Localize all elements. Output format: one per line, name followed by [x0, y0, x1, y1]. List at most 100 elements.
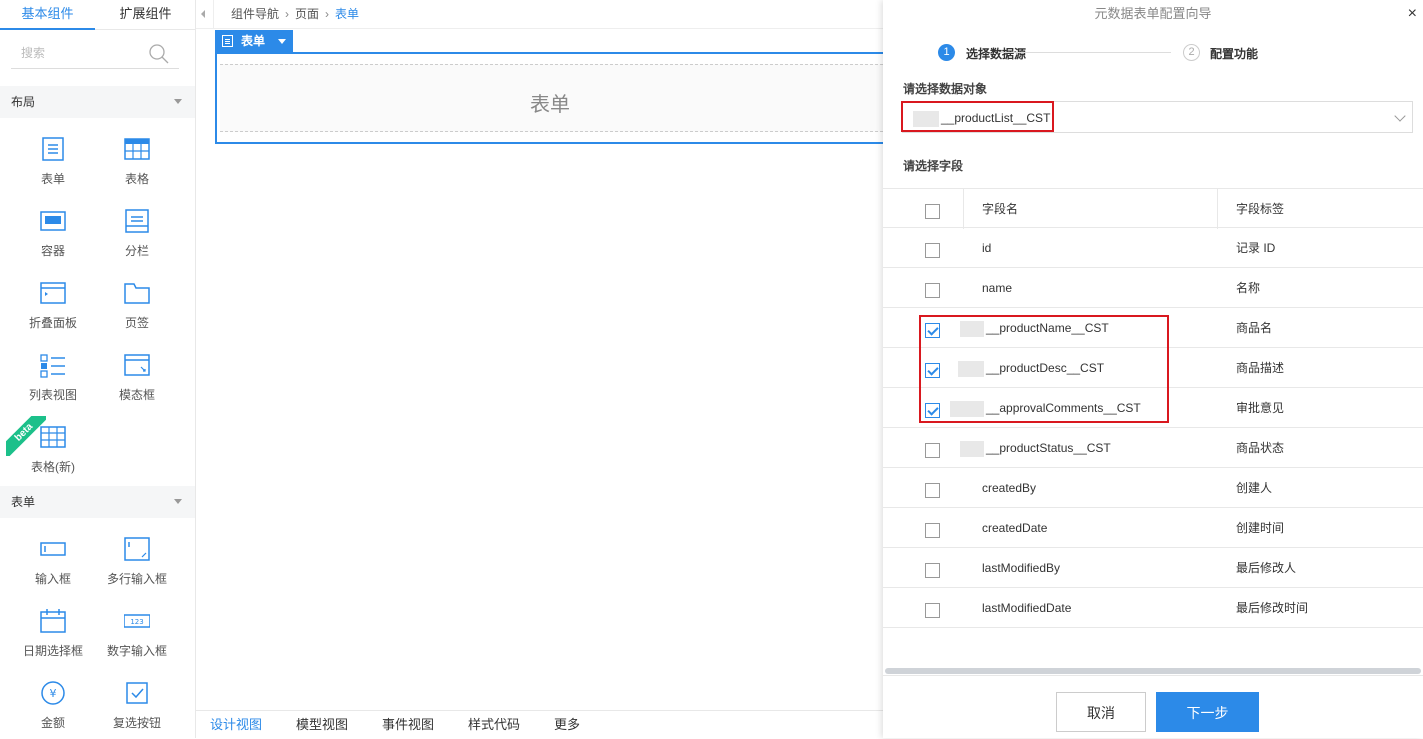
svg-text:123: 123	[130, 618, 143, 626]
component-collapse-panel[interactable]: 折叠面板	[18, 280, 88, 340]
field-checkbox[interactable]	[925, 603, 940, 618]
field-label: 最后修改时间	[1236, 601, 1309, 615]
breadcrumb-current[interactable]: 表单	[335, 7, 359, 21]
form-component[interactable]: 表单	[215, 52, 883, 144]
field-name-cell: createdDate	[982, 508, 1047, 548]
component-list-view[interactable]: 列表视图	[18, 352, 88, 412]
component-modal[interactable]: 模态框	[102, 352, 172, 412]
component-tabs[interactable]: 页签	[102, 280, 172, 340]
field-checkbox[interactable]	[925, 523, 940, 538]
component-label: 多行输入框	[106, 572, 167, 586]
component-label: 容器	[40, 244, 65, 258]
field-checkbox[interactable]	[925, 563, 940, 578]
view-tabs: 设计视图 模型视图 事件视图 样式代码 更多	[196, 710, 883, 738]
yen-icon: ¥	[41, 681, 65, 705]
step-1-label: 选择数据源	[966, 47, 1027, 61]
component-amount[interactable]: ¥ 金额	[18, 680, 88, 738]
component-label: 表格(新)	[31, 460, 75, 474]
section-layout-label: 布局	[11, 95, 36, 109]
tab-event-view[interactable]: 事件视图	[382, 711, 434, 739]
form-placeholder-text: 表单	[530, 94, 570, 116]
field-checkbox[interactable]	[925, 283, 940, 298]
collapse-panel-icon	[40, 282, 66, 304]
column-header-field-label: 字段标签	[1236, 202, 1285, 216]
field-checkbox[interactable]	[925, 243, 940, 258]
table-row: lastModifiedDate 最后修改时间	[883, 588, 1423, 628]
collapse-panel-toggle[interactable]	[196, 0, 214, 28]
field-select-label: 请选择字段	[903, 159, 964, 173]
component-label: 分栏	[124, 244, 149, 258]
checkbox-icon	[126, 682, 148, 704]
caret-down-icon[interactable]	[278, 39, 286, 44]
step-connector	[998, 52, 1171, 53]
field-label: 创建时间	[1236, 521, 1285, 535]
tab-more[interactable]: 更多	[554, 711, 580, 739]
table-header: 字段名 字段标签	[883, 188, 1423, 229]
column-divider	[1217, 189, 1218, 229]
breadcrumb-item[interactable]: 页面	[295, 7, 319, 21]
table-row: __productStatus__CST 商品状态	[883, 428, 1423, 468]
field-name-cell: name	[982, 268, 1012, 308]
field-name: id	[982, 241, 992, 255]
component-textarea[interactable]: 多行输入框	[102, 536, 172, 596]
component-label: 日期选择框	[22, 644, 83, 658]
close-icon[interactable]: ×	[1408, 6, 1417, 22]
component-input[interactable]: 输入框	[18, 536, 88, 596]
tabs-icon	[124, 283, 150, 304]
input-icon	[40, 542, 66, 556]
field-label: 审批意见	[1236, 401, 1285, 415]
form-tag-label: 表单	[241, 34, 266, 48]
component-columns[interactable]: 分栏	[102, 208, 172, 268]
form-icon	[222, 35, 233, 47]
component-checkbox[interactable]: 复选按钮	[102, 680, 172, 738]
field-name-cell: createdBy	[982, 468, 1036, 508]
field-checkbox[interactable]	[925, 483, 940, 498]
highlight-box	[919, 315, 1169, 423]
component-table[interactable]: 表格	[102, 136, 172, 196]
columns-icon	[125, 209, 149, 233]
search-icon[interactable]	[149, 44, 169, 64]
tab-basic-components[interactable]: 基本组件	[0, 0, 95, 30]
field-name: createdBy	[982, 481, 1037, 495]
section-layout[interactable]: 布局	[0, 86, 195, 118]
tab-extended-components[interactable]: 扩展组件	[98, 0, 193, 30]
breadcrumb: 组件导航 › 页面 › 表单	[231, 0, 359, 28]
modal-icon	[124, 354, 150, 376]
section-form[interactable]: 表单	[0, 486, 195, 518]
horizontal-scrollbar[interactable]	[885, 668, 1421, 674]
table-row: name 名称	[883, 268, 1423, 308]
component-label: 页签	[124, 316, 149, 330]
chevron-down-icon[interactable]	[1394, 110, 1406, 122]
breadcrumb-item[interactable]: 组件导航	[231, 7, 279, 21]
component-date-picker[interactable]: 日期选择框	[18, 608, 88, 668]
step-2-label: 配置功能	[1210, 47, 1259, 61]
tab-model-view[interactable]: 模型视图	[296, 711, 348, 739]
chevron-down-icon	[174, 99, 182, 104]
field-label: 名称	[1236, 281, 1261, 295]
component-tabs: 基本组件 扩展组件	[0, 0, 195, 30]
field-label: 记录 ID	[1236, 241, 1276, 255]
tab-design-view[interactable]: 设计视图	[210, 711, 262, 739]
component-form[interactable]: 表单	[18, 136, 88, 196]
search-input[interactable]	[11, 38, 141, 68]
calendar-icon	[40, 609, 66, 633]
field-label: 创建人	[1236, 481, 1273, 495]
cancel-button[interactable]: 取消	[1056, 692, 1146, 732]
component-panel: 基本组件 扩展组件 布局 表单 表格 容器 分栏 折叠面板 页签 列表视图 模态…	[0, 0, 196, 738]
component-label: 折叠面板	[28, 316, 77, 330]
component-label: 列表视图	[28, 388, 77, 402]
component-table-new[interactable]: 表格(新)	[18, 424, 88, 484]
component-label: 表格	[124, 172, 149, 186]
component-container[interactable]: 容器	[18, 208, 88, 268]
dialog-title: 元数据表单配置向导	[1094, 6, 1212, 21]
select-all-checkbox[interactable]	[925, 204, 940, 219]
field-name-cell: __productStatus__CST	[960, 428, 1111, 468]
chevron-right-icon: ›	[325, 7, 330, 21]
component-number-input[interactable]: 123 数字输入框	[102, 608, 172, 668]
next-step-button[interactable]: 下一步	[1156, 692, 1259, 732]
form-component-tag[interactable]: 表单	[215, 30, 293, 52]
table-row: createdBy 创建人	[883, 468, 1423, 508]
field-name-cell: id	[982, 228, 991, 268]
field-checkbox[interactable]	[925, 443, 940, 458]
tab-style-code[interactable]: 样式代码	[468, 711, 520, 739]
